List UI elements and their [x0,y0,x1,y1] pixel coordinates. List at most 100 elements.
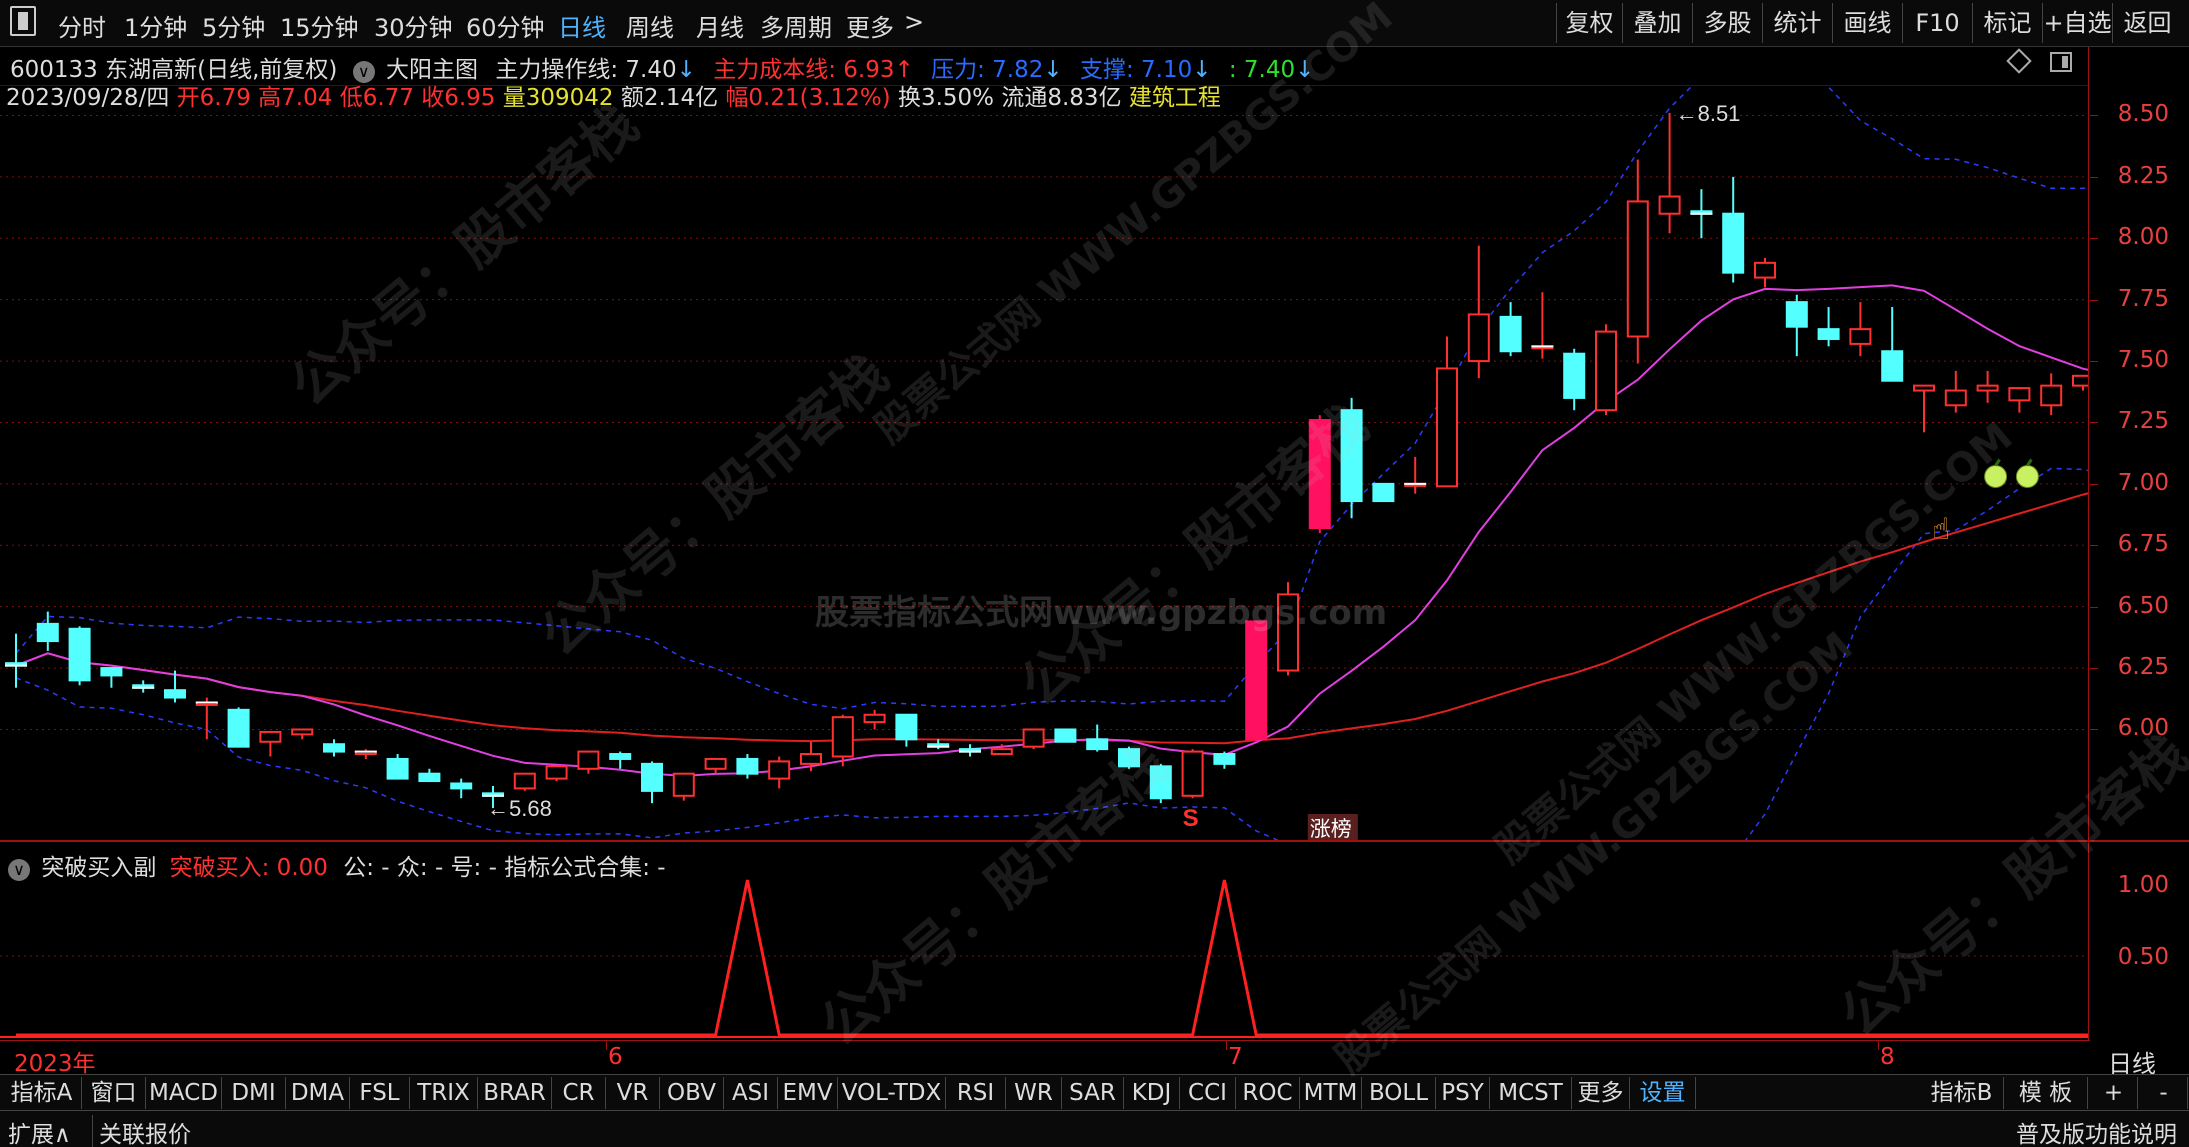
candle [291,728,314,740]
indicator-tab-6[interactable]: TRIX [410,1077,478,1109]
date-month-7: 7 [1228,1044,1243,1070]
indicator-tab-19[interactable]: ROC [1236,1077,1300,1109]
candle [959,744,981,757]
low-annotation: ←5.68 [487,796,552,821]
candle [513,772,536,791]
candle [100,667,123,688]
apple-icon [2015,465,2039,489]
price-tick-label: 6.25 [2117,654,2169,681]
sell-mark: S [1183,805,1199,832]
period-tab-6[interactable]: 日线 [558,8,606,43]
candle [1881,307,1904,382]
toolbar-button-2[interactable]: 多股 [1692,3,1762,43]
indicator-tab-11[interactable]: ASI [724,1077,778,1109]
period-tab-4[interactable]: 30分钟 [374,8,453,43]
candle [1404,456,1427,494]
candle [672,772,695,801]
indicator-tab-10[interactable]: OBV [660,1077,724,1109]
indicator-tab-17[interactable]: KDJ [1124,1077,1180,1109]
period-tab-1[interactable]: 1分钟 [124,8,187,43]
candle [2008,387,2031,413]
candle [68,626,91,686]
price-tick-label: 6.75 [2117,531,2169,558]
indicator-tab-9[interactable]: VR [606,1077,660,1109]
edition-info-link[interactable]: 普及版功能说明 [2016,1115,2177,1147]
period-tab-0[interactable]: 分时 [58,8,106,43]
toolbar-button-8[interactable]: 返回 [2112,3,2182,43]
candle [1436,336,1458,488]
candle [2072,374,2088,391]
indicator-tab-3[interactable]: DMI [222,1077,286,1109]
period-tab-8[interactable]: 月线 [696,8,744,43]
candle [1372,482,1395,503]
period-tab-10[interactable]: 更多 [846,8,894,43]
indicator-tab-8[interactable]: CR [552,1077,606,1109]
candle [386,754,409,780]
indicator-tab-20[interactable]: MTM [1300,1077,1362,1109]
linked-quote-button[interactable]: 关联报价 [92,1115,191,1147]
indicator-tab-2[interactable]: MACD [146,1077,222,1109]
period-tab-5[interactable]: 60分钟 [466,8,545,43]
toolbar-button-3[interactable]: 统计 [1762,3,1832,43]
window-mode-icon[interactable] [2050,52,2072,72]
high-annotation: ←8.51 [1676,101,1741,126]
period-toolbar: 分时 1分钟 5分钟 15分钟 30分钟 60分钟 日线 周线 月线 多周期 更多 > 复权 叠加 多股统… [0,0,2189,47]
indicator-tab-1[interactable]: 窗口 [82,1077,146,1109]
price-tick-label: 8.50 [2117,101,2169,128]
period-tab-7[interactable]: 周线 [626,8,674,43]
indicator-tab-25[interactable]: 设置 [1630,1077,1696,1109]
bottom-bar: 扩展∧ 关联报价 普及版功能说明 [0,1110,2189,1147]
toolbar-button-4[interactable]: 画线 [1832,3,1902,43]
candle [768,756,791,789]
candle [545,765,568,782]
indicator-tab-24[interactable]: 更多 [1572,1077,1630,1109]
candle [1944,370,1967,413]
indicator-tabs: 指标A 窗口 MACD DMI DMA FSL TRIX BRAR CR VR OBV ASI EMV V… [0,1074,2189,1110]
price-tick-label: 7.50 [2117,347,2169,374]
period-tab-3[interactable]: 15分钟 [280,8,359,43]
indicator-tab-16[interactable]: SAR [1062,1077,1124,1109]
indicator-tab-14[interactable]: RSI [946,1077,1006,1109]
price-tick-label: 8.25 [2117,162,2169,189]
toolbar-button-6[interactable]: 标记 [1972,3,2042,43]
indicator-tab-4[interactable]: DMA [286,1077,350,1109]
toolbar-button-1[interactable]: 叠加 [1622,3,1692,43]
candle [132,680,155,693]
candle [609,751,632,769]
indicator-tab-18[interactable]: CCI [1180,1077,1236,1109]
indicator-tab-5[interactable]: FSL [350,1077,410,1109]
candle [927,739,950,750]
indicator-tab-22[interactable]: PSY [1436,1077,1490,1109]
indicator-tab-23[interactable]: MCST [1490,1077,1572,1109]
toolbar-button-7[interactable]: +自选 [2042,3,2112,43]
tab-right-2[interactable]: + [2090,1077,2138,1109]
candle [195,697,218,740]
toolbar-menu-icon[interactable] [10,6,36,36]
tab-right-3[interactable]: - [2140,1077,2188,1109]
expand-button[interactable]: 扩展∧ [8,1115,71,1147]
candle [1531,292,1554,359]
more-chevron-icon[interactable]: > [904,8,924,36]
candle [227,707,250,748]
period-tab-9[interactable]: 多周期 [760,8,832,43]
candle [704,757,727,774]
candle [895,713,918,747]
indicator-tab-15[interactable]: WR [1006,1077,1062,1109]
candle [1499,302,1522,357]
indicator-tab-12[interactable]: EMV [778,1077,838,1109]
toolbar-button-5[interactable]: F10 [1902,3,1972,43]
indicator-tab-0[interactable]: 指标A [2,1077,82,1109]
tab-right-0[interactable]: 指标B [1920,1077,2004,1109]
indicator-tab-21[interactable]: BOLL [1362,1077,1436,1109]
toolbar-button-0[interactable]: 复权 [1556,3,1622,43]
candle [1754,257,1776,288]
period-tab-2[interactable]: 5分钟 [202,8,265,43]
candle [1976,370,1999,403]
candle [1785,294,1808,357]
candle [1213,751,1236,769]
indicator-tab-13[interactable]: VOL-TDX [838,1077,946,1109]
indicator-tab-7[interactable]: BRAR [478,1077,552,1109]
candle [1467,245,1490,379]
candle [1817,307,1840,347]
tab-right-1[interactable]: 模 板 [2004,1077,2088,1109]
